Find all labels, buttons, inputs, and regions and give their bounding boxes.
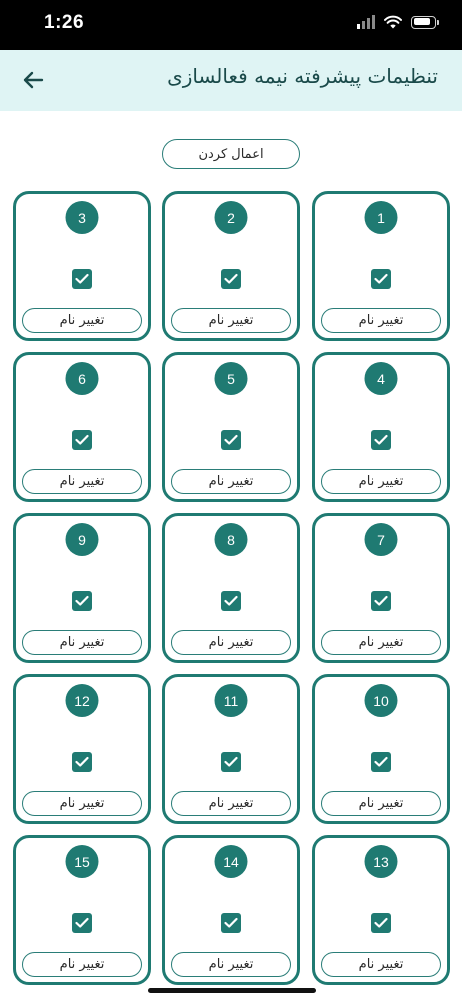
card-checkbox[interactable] xyxy=(371,913,391,933)
card-number-badge: 15 xyxy=(65,845,99,878)
rename-button[interactable]: تغییر نام xyxy=(22,308,142,333)
card-checkbox[interactable] xyxy=(221,430,241,450)
checkmark-icon xyxy=(224,917,238,928)
card-checkbox[interactable] xyxy=(371,752,391,772)
card-item: 13 تغییر نام xyxy=(312,835,450,985)
card-number-badge: 7 xyxy=(364,523,398,556)
card-item: 14 تغییر نام xyxy=(162,835,300,985)
rename-button[interactable]: تغییر نام xyxy=(321,630,441,655)
rename-button[interactable]: تغییر نام xyxy=(22,952,142,977)
card-item: 7 تغییر نام xyxy=(312,513,450,663)
card-item: 8 تغییر نام xyxy=(162,513,300,663)
rename-button[interactable]: تغییر نام xyxy=(171,469,291,494)
card-item: 15 تغییر نام xyxy=(13,835,151,985)
rename-button[interactable]: تغییر نام xyxy=(22,469,142,494)
card-number-badge: 11 xyxy=(214,684,248,717)
card-item: 10 تغییر نام xyxy=(312,674,450,824)
rename-button[interactable]: تغییر نام xyxy=(22,791,142,816)
card-number-badge: 1 xyxy=(364,201,398,234)
card-checkbox[interactable] xyxy=(221,752,241,772)
rename-button[interactable]: تغییر نام xyxy=(171,308,291,333)
card-item: 5 تغییر نام xyxy=(162,352,300,502)
checkmark-icon xyxy=(224,434,238,445)
rename-button[interactable]: تغییر نام xyxy=(22,630,142,655)
card-item: 11 تغییر نام xyxy=(162,674,300,824)
checkmark-icon xyxy=(224,273,238,284)
card-item: 6 تغییر نام xyxy=(13,352,151,502)
checkmark-icon xyxy=(374,917,388,928)
checkmark-icon xyxy=(75,273,89,284)
card-number-badge: 3 xyxy=(65,201,99,234)
rename-button[interactable]: تغییر نام xyxy=(171,952,291,977)
checkmark-icon xyxy=(75,434,89,445)
home-indicator xyxy=(148,988,316,993)
rename-button[interactable]: تغییر نام xyxy=(321,952,441,977)
card-checkbox[interactable] xyxy=(371,591,391,611)
card-checkbox[interactable] xyxy=(371,430,391,450)
card-item: 9 تغییر نام xyxy=(13,513,151,663)
checkmark-icon xyxy=(374,595,388,606)
card-checkbox[interactable] xyxy=(72,913,92,933)
checkmark-icon xyxy=(224,595,238,606)
checkmark-icon xyxy=(374,434,388,445)
card-item: 12 تغییر نام xyxy=(13,674,151,824)
card-number-badge: 12 xyxy=(65,684,99,717)
rename-button[interactable]: تغییر نام xyxy=(321,308,441,333)
card-number-badge: 6 xyxy=(65,362,99,395)
card-checkbox[interactable] xyxy=(72,430,92,450)
card-item: 4 تغییر نام xyxy=(312,352,450,502)
rename-button[interactable]: تغییر نام xyxy=(321,791,441,816)
card-checkbox[interactable] xyxy=(371,269,391,289)
card-checkbox[interactable] xyxy=(72,591,92,611)
card-item: 3 تغییر نام xyxy=(13,191,151,341)
checkmark-icon xyxy=(75,756,89,767)
card-number-badge: 5 xyxy=(214,362,248,395)
card-number-badge: 8 xyxy=(214,523,248,556)
card-checkbox[interactable] xyxy=(72,269,92,289)
rename-button[interactable]: تغییر نام xyxy=(171,630,291,655)
card-checkbox[interactable] xyxy=(221,913,241,933)
rename-button[interactable]: تغییر نام xyxy=(171,791,291,816)
card-item: 1 تغییر نام xyxy=(312,191,450,341)
card-grid: 1 تغییر نام 2 تغییر نام 3 تغییر نام 4 تغییر نام… xyxy=(0,0,462,1000)
card-checkbox[interactable] xyxy=(221,269,241,289)
card-checkbox[interactable] xyxy=(221,591,241,611)
checkmark-icon xyxy=(75,917,89,928)
rename-button[interactable]: تغییر نام xyxy=(321,469,441,494)
card-number-badge: 13 xyxy=(364,845,398,878)
card-number-badge: 2 xyxy=(214,201,248,234)
card-item: 2 تغییر نام xyxy=(162,191,300,341)
card-number-badge: 4 xyxy=(364,362,398,395)
card-number-badge: 10 xyxy=(364,684,398,717)
checkmark-icon xyxy=(75,595,89,606)
card-checkbox[interactable] xyxy=(72,752,92,772)
checkmark-icon xyxy=(374,756,388,767)
card-number-badge: 14 xyxy=(214,845,248,878)
checkmark-icon xyxy=(374,273,388,284)
checkmark-icon xyxy=(224,756,238,767)
card-number-badge: 9 xyxy=(65,523,99,556)
